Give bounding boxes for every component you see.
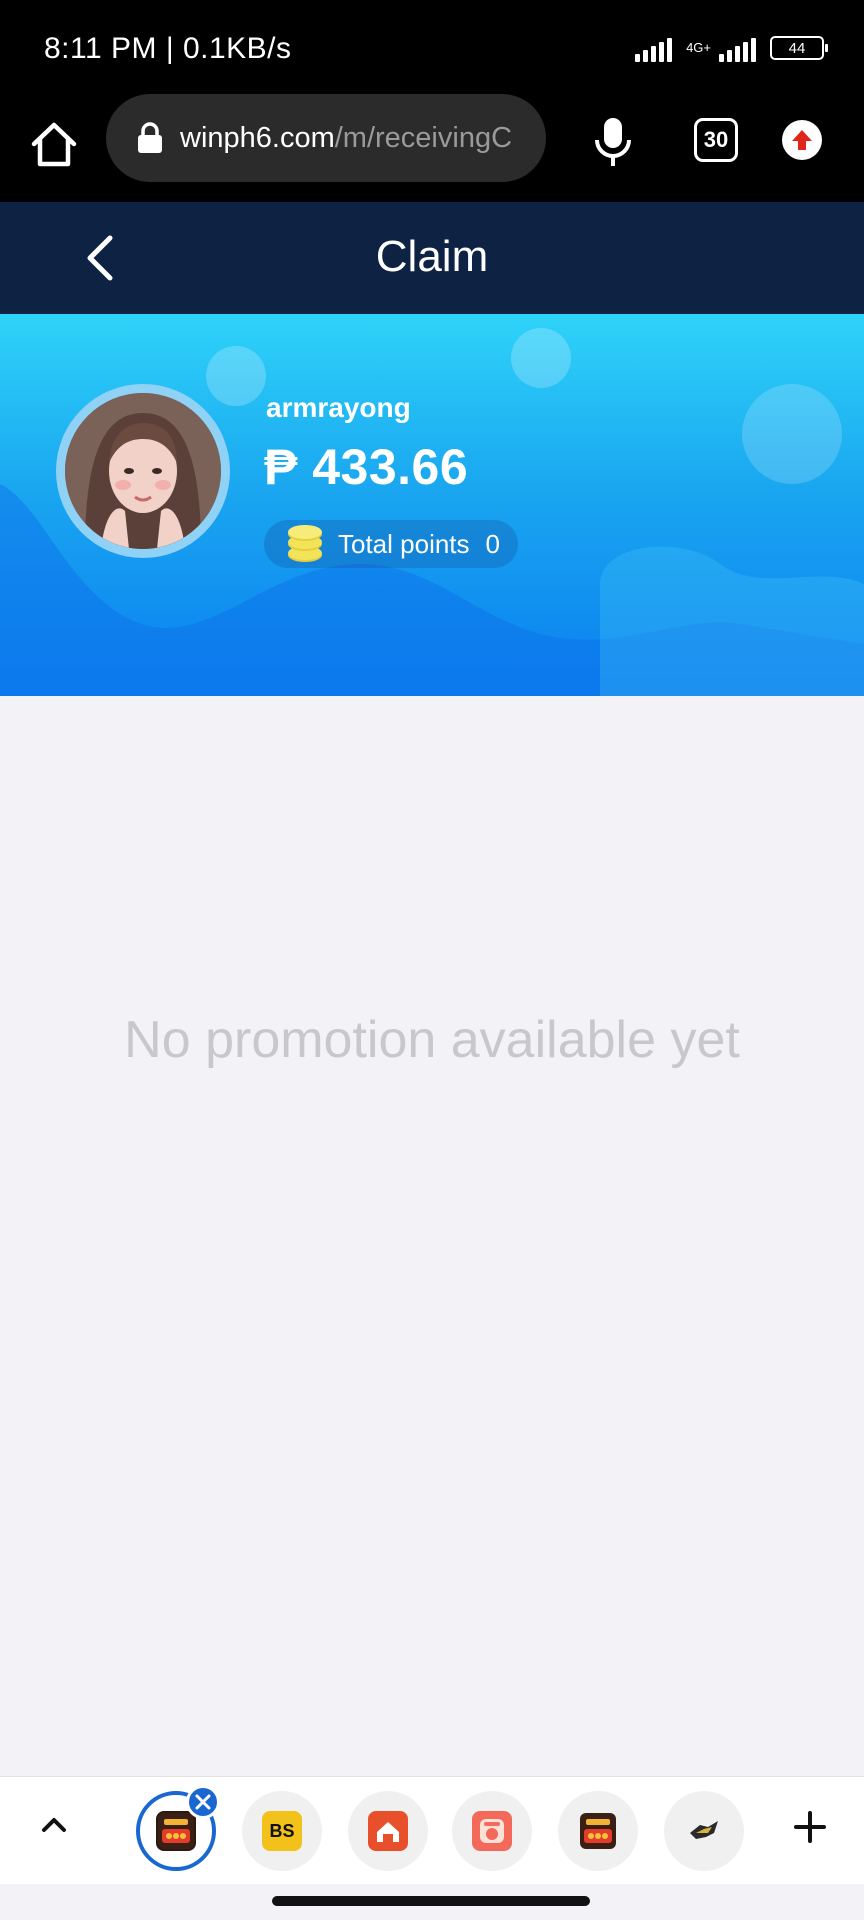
battery-level: 44 (788, 39, 806, 57)
status-time: 8:11 PM | 0.1KB/s (44, 32, 292, 65)
tab-dark-logo[interactable] (664, 1791, 744, 1871)
tab-count: 30 (703, 127, 729, 152)
bs-favicon-label: BS (269, 1820, 295, 1841)
update-arrow-icon[interactable] (782, 120, 822, 160)
home-icon[interactable] (26, 116, 82, 172)
app-header: Claim (0, 202, 864, 314)
close-tab-icon[interactable] (186, 1785, 220, 1819)
tab-red-house[interactable] (348, 1791, 428, 1871)
profile-banner: armrayong ₱ 433.66 Total points 0 (0, 314, 864, 696)
winph-888-favicon-2 (578, 1811, 618, 1851)
battery-icon: 44 (770, 36, 828, 60)
status-bar: 8:11 PM | 0.1KB/s 4G+ 44 (0, 0, 864, 90)
total-points-badge: Total points 0 (264, 520, 518, 568)
gesture-navigation-bar[interactable] (272, 1896, 590, 1906)
url-path: /m/receivingC (334, 121, 513, 154)
network-type-label: 4G+ (686, 40, 711, 55)
microphone-icon[interactable] (590, 114, 636, 170)
url-text: winph6.com/m/receivingC (180, 122, 512, 155)
page-title: Claim (375, 232, 489, 281)
new-tab-plus-icon[interactable] (790, 1807, 830, 1847)
tab-pink[interactable] (452, 1791, 532, 1871)
browser-toolbar: winph6.com/m/receivingC 30 (0, 90, 864, 202)
tab-count-button[interactable]: 30 (694, 118, 738, 162)
points-label: Total points (338, 528, 470, 559)
pink-favicon (472, 1811, 512, 1851)
winph-888-favicon (156, 1811, 196, 1851)
empty-state-message: No promotion available yet (124, 1011, 740, 1069)
avatar-image (65, 393, 221, 549)
url-domain: winph6.com (180, 121, 335, 154)
dark-logo-favicon (684, 1811, 724, 1851)
bs-favicon: BS (262, 1811, 302, 1851)
tab-winph-2[interactable] (558, 1791, 638, 1871)
signal-icon (635, 34, 673, 62)
avatar[interactable] (56, 384, 230, 558)
tab-bs[interactable]: BS (242, 1791, 322, 1871)
signal-icon-secondary (719, 34, 756, 62)
username: armrayong (266, 392, 411, 423)
browser-tab-strip: BS (0, 1776, 864, 1884)
coins-icon (288, 525, 322, 562)
balance-amount: ₱ 433.66 (264, 439, 469, 495)
points-value: 0 (485, 528, 500, 559)
chevron-up-icon[interactable] (34, 1805, 74, 1845)
address-bar[interactable]: winph6.com/m/receivingC (106, 94, 546, 182)
status-icons: 4G+ 44 (635, 34, 828, 62)
red-house-favicon (368, 1811, 408, 1851)
lock-icon (138, 122, 162, 153)
